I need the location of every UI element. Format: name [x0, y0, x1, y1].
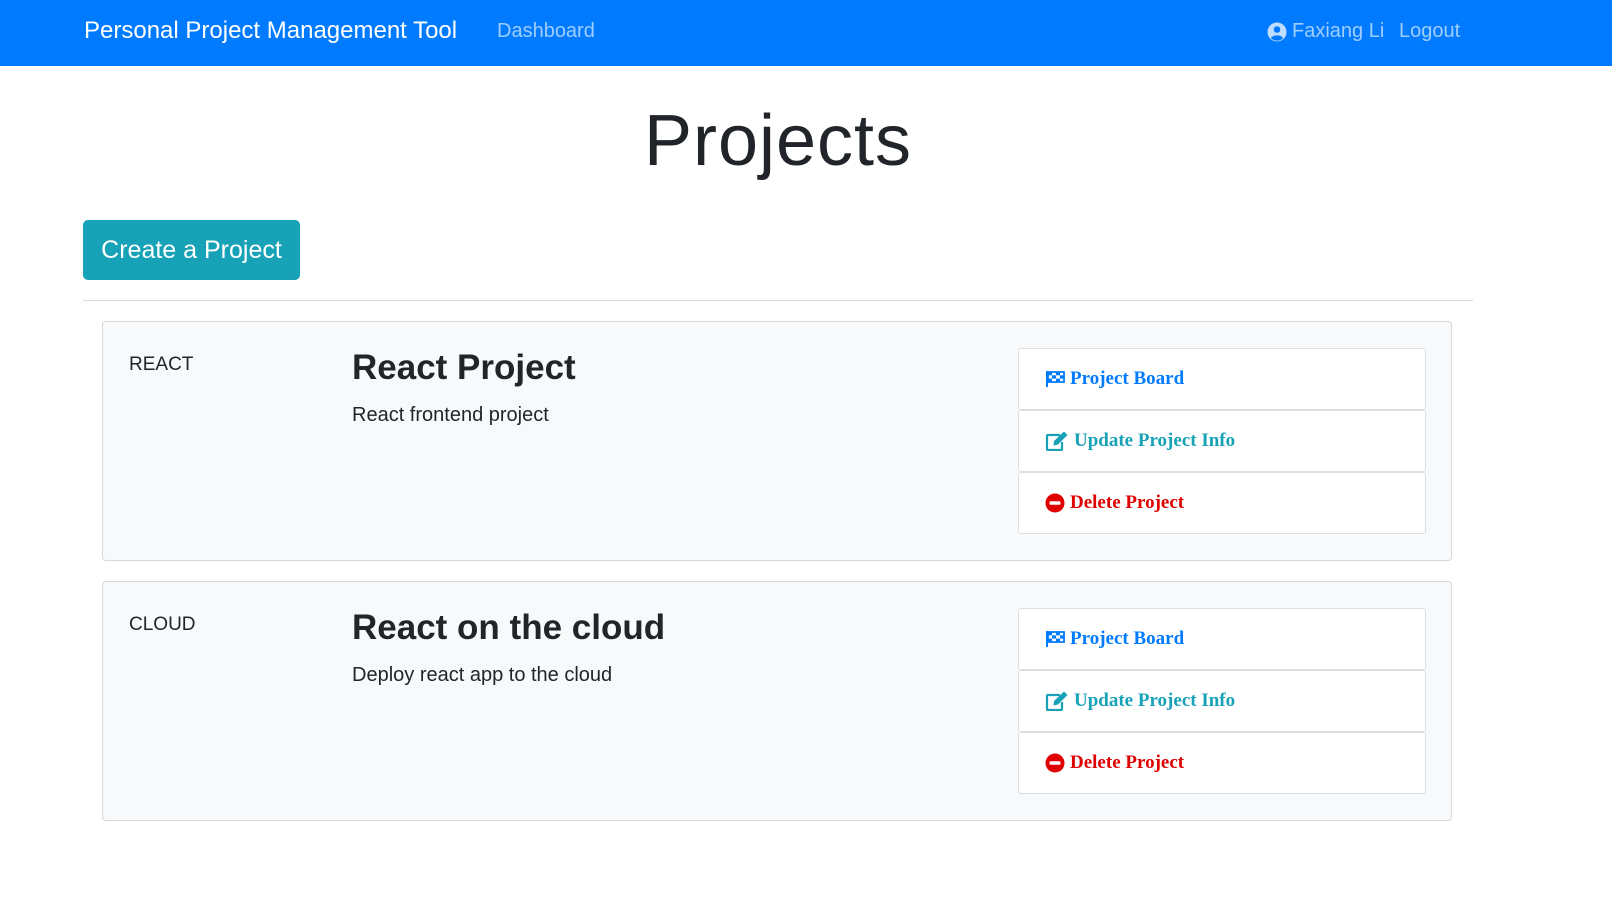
- project-board-link[interactable]: Project Board: [1018, 348, 1426, 410]
- user-circle-icon: [1267, 22, 1287, 41]
- project-name: React Project: [352, 348, 576, 387]
- project-card: CLOUD React on the cloud Deploy react ap…: [102, 581, 1452, 821]
- edit-icon: [1045, 691, 1069, 711]
- minus-circle-icon: [1045, 493, 1065, 513]
- delete-project-label: Delete Project: [1070, 492, 1185, 513]
- create-project-button[interactable]: Create a Project: [83, 220, 300, 280]
- logout-link[interactable]: Logout: [1399, 20, 1460, 43]
- brand-link[interactable]: Personal Project Management Tool: [84, 17, 457, 45]
- project-board-link[interactable]: Project Board: [1018, 608, 1426, 670]
- project-board-label: Project Board: [1070, 368, 1185, 389]
- edit-icon: [1045, 431, 1069, 451]
- project-identifier: REACT: [129, 354, 194, 375]
- update-project-link[interactable]: Update Project Info: [1018, 410, 1426, 472]
- update-project-label: Update Project Info: [1074, 690, 1236, 711]
- page-title: Projects: [643, 101, 913, 181]
- navbar: Personal Project Management Tool Dashboa…: [0, 0, 1612, 66]
- nav-user-link[interactable]: Faxiang Li: [1267, 20, 1384, 43]
- delete-project-link[interactable]: Delete Project: [1018, 732, 1426, 794]
- flag-checkered-icon: [1045, 630, 1065, 648]
- update-project-link[interactable]: Update Project Info: [1018, 670, 1426, 732]
- delete-project-link[interactable]: Delete Project: [1018, 472, 1426, 534]
- flag-checkered-icon: [1045, 370, 1065, 388]
- project-actions: Project Board Update Project Info Delete…: [1018, 348, 1426, 534]
- divider: [83, 300, 1473, 301]
- minus-circle-icon: [1045, 753, 1065, 773]
- delete-project-label: Delete Project: [1070, 752, 1185, 773]
- project-description: Deploy react app to the cloud: [352, 664, 613, 686]
- project-name: React on the cloud: [352, 608, 666, 647]
- project-card: REACT React Project React frontend proje…: [102, 321, 1452, 561]
- update-project-label: Update Project Info: [1074, 430, 1236, 451]
- project-description: React frontend project: [352, 404, 549, 426]
- project-board-label: Project Board: [1070, 628, 1185, 649]
- nav-dashboard-link[interactable]: Dashboard: [497, 20, 595, 43]
- project-identifier: CLOUD: [129, 614, 196, 635]
- project-actions: Project Board Update Project Info Delete…: [1018, 608, 1426, 794]
- user-name: Faxiang Li: [1292, 20, 1385, 42]
